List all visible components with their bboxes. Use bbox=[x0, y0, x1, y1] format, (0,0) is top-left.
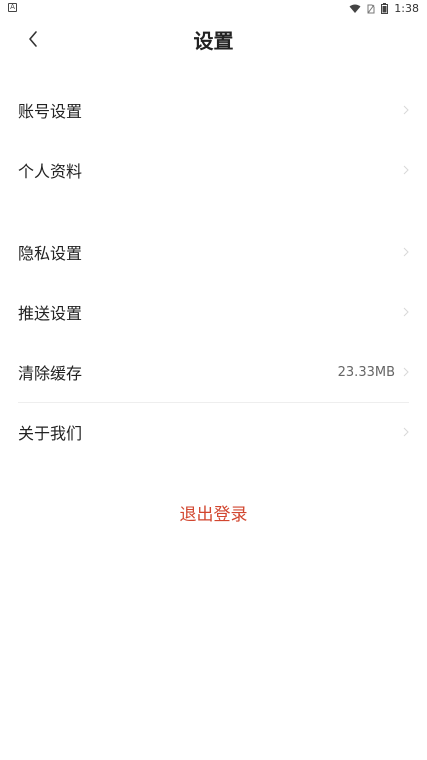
chevron-right-icon bbox=[403, 427, 409, 437]
menu-item-profile[interactable]: 个人资料 bbox=[0, 140, 427, 200]
no-sim-icon bbox=[367, 4, 375, 14]
chevron-right-icon bbox=[403, 367, 409, 377]
status-time: 1:38 bbox=[394, 2, 419, 15]
menu-group-general: 隐私设置 推送设置 清除缓存 23.33MB 关于我们 bbox=[0, 222, 427, 462]
cache-size-value: 23.33MB bbox=[337, 364, 395, 380]
chevron-right-icon bbox=[403, 105, 409, 115]
menu-item-push-settings[interactable]: 推送设置 bbox=[0, 282, 427, 342]
chevron-right-icon bbox=[403, 307, 409, 317]
status-bar: A 1:38 bbox=[0, 0, 427, 18]
menu-item-label: 账号设置 bbox=[18, 102, 83, 121]
menu-item-clear-cache[interactable]: 清除缓存 23.33MB bbox=[0, 342, 427, 402]
chevron-right-icon bbox=[403, 165, 409, 175]
chevron-right-icon bbox=[403, 247, 409, 257]
page-title: 设置 bbox=[193, 29, 234, 53]
logout-button[interactable]: 退出登录 bbox=[0, 500, 427, 530]
menu-item-label: 清除缓存 bbox=[18, 364, 83, 383]
header: 设置 bbox=[0, 20, 427, 62]
menu-item-label: 推送设置 bbox=[18, 304, 83, 323]
menu-item-about-us[interactable]: 关于我们 bbox=[0, 402, 427, 462]
notification-icon: A bbox=[8, 3, 17, 12]
menu-item-account-settings[interactable]: 账号设置 bbox=[0, 80, 427, 140]
menu-item-label: 隐私设置 bbox=[18, 244, 83, 263]
battery-icon bbox=[381, 3, 389, 14]
menu-item-label: 关于我们 bbox=[18, 424, 83, 443]
menu-item-privacy-settings[interactable]: 隐私设置 bbox=[0, 222, 427, 282]
wifi-icon bbox=[349, 4, 361, 14]
menu-group-account: 账号设置 个人资料 bbox=[0, 80, 427, 200]
status-icons: 1:38 bbox=[349, 2, 419, 15]
menu-item-label: 个人资料 bbox=[18, 162, 83, 181]
